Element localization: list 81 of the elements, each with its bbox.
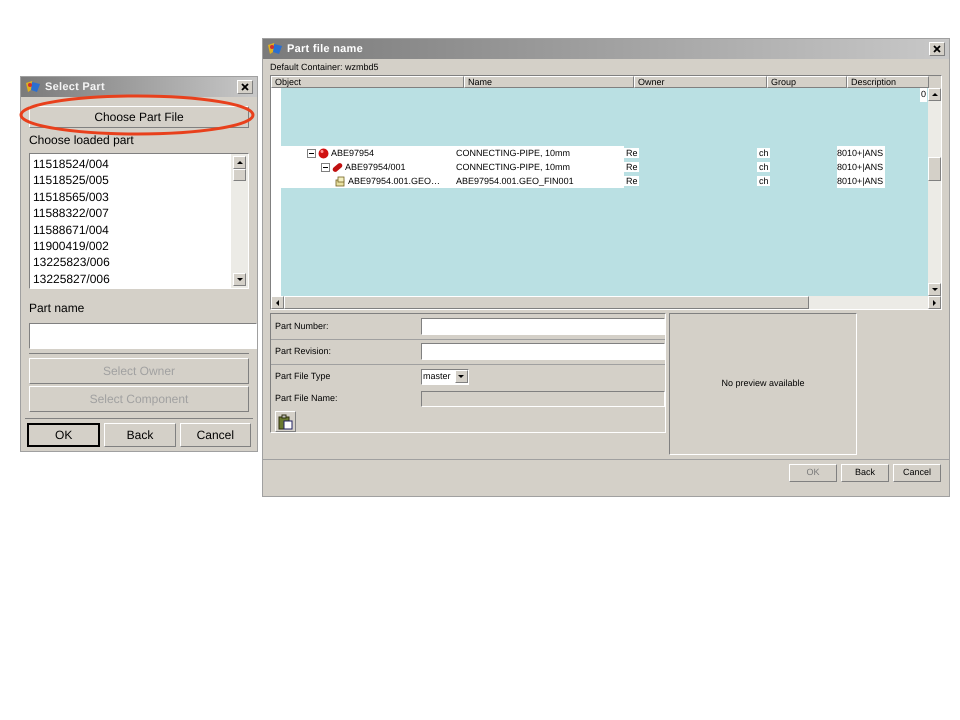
table-cell: 8010+|ANS (837, 174, 886, 188)
loaded-parts-label: Choose loaded part (28, 132, 135, 149)
vertical-scrollbar[interactable] (928, 88, 941, 296)
text-field[interactable] (421, 318, 665, 335)
field-label: Part File Name: (274, 392, 339, 405)
table-cell: ch (757, 148, 770, 158)
scroll-thumb[interactable] (928, 157, 941, 181)
file-name-field[interactable] (421, 390, 665, 407)
close-button[interactable] (237, 80, 253, 94)
table-cell: CONNECTING-PIPE, 10mm (454, 160, 624, 174)
scroll-left-button[interactable] (271, 296, 284, 309)
text-field[interactable] (421, 343, 665, 360)
table-cell: Re (624, 148, 639, 158)
column-header[interactable]: Object (271, 76, 464, 88)
column-header[interactable]: Description (847, 76, 929, 88)
app-logo-icon (267, 42, 283, 56)
table-cell: Re (624, 176, 639, 186)
ball-icon (318, 148, 329, 158)
close-icon (933, 45, 941, 53)
scroll-thumb[interactable] (233, 169, 246, 181)
preview-message: No preview available (721, 377, 805, 390)
app-logo-icon (25, 80, 41, 94)
triangle-icon (930, 90, 938, 98)
scroll-up-button[interactable] (233, 156, 246, 169)
window-title: Part file name (287, 42, 363, 57)
loaded-part-item[interactable]: 11518525/005 (33, 172, 231, 189)
paste-button[interactable] (275, 411, 296, 432)
table-cell: ch (757, 176, 770, 186)
loaded-part-item[interactable]: 11588671/004 (33, 222, 231, 238)
loaded-part-item[interactable]: 11518524/004 (33, 156, 231, 172)
loaded-part-item[interactable]: 11588322/007 (33, 205, 231, 222)
dialog-button[interactable]: Cancel (180, 423, 251, 447)
field-label: Part Revision: (274, 345, 332, 358)
scrollbar[interactable] (231, 154, 248, 288)
table-cell: ABE97954.001.GEO_FIN001 (454, 174, 624, 188)
loaded-part-item[interactable]: 11900419/002 (33, 238, 231, 254)
dialog-button[interactable]: Back (841, 464, 889, 482)
horizontal-scrollbar[interactable] (271, 296, 941, 309)
corner-text: 0 (920, 88, 927, 102)
triangle-icon (457, 372, 466, 381)
document-stack-icon (335, 176, 346, 186)
loaded-part-item[interactable]: 13225827/006 (33, 270, 231, 288)
table-cell: 8010+|ANS (837, 160, 886, 174)
tree-toggle[interactable] (321, 162, 330, 172)
table-cell: CONNECTING-PIPE, 10mm (454, 146, 624, 160)
tree-toggle[interactable] (307, 148, 316, 158)
object-label: ABE97954.001.GEO… (348, 175, 440, 188)
field-label: Part Number: (274, 320, 330, 333)
scroll-thumb[interactable] (284, 296, 809, 309)
window-title: Select Part (45, 80, 105, 95)
triangle-icon (274, 298, 282, 306)
object-label: ABE97954/001 (345, 161, 406, 174)
capsule-icon (332, 162, 343, 172)
dialog-button[interactable]: Cancel (893, 464, 941, 482)
loaded-part-item[interactable]: 13225823/006 (33, 254, 231, 271)
table-cell: ch (757, 162, 770, 172)
dropdown-arrow-button[interactable] (454, 370, 468, 384)
clipboard-icon (278, 414, 294, 430)
close-button[interactable] (929, 42, 945, 56)
object-label: ABE97954 (331, 147, 374, 160)
choose-part-file-button[interactable]: Choose Part File (29, 106, 249, 128)
scroll-down-button[interactable] (928, 283, 941, 296)
loaded-part-item[interactable]: 11518565/003 (33, 188, 231, 206)
table-cell: 8010+|ANS (837, 146, 886, 160)
scroll-down-button[interactable] (233, 273, 246, 286)
field-label: Part File Type (274, 370, 332, 384)
default-container-label: Default Container: wzmbd5 (269, 61, 380, 74)
column-header[interactable]: Owner (634, 76, 767, 88)
scroll-right-button[interactable] (928, 296, 941, 309)
part-name-field[interactable] (29, 323, 257, 349)
table-cell: Re (624, 162, 639, 172)
column-header[interactable]: Name (464, 76, 634, 88)
part-name-label: Part name (28, 300, 86, 317)
scroll-up-button[interactable] (928, 88, 941, 101)
triangle-icon (236, 276, 244, 284)
column-header[interactable]: Group (767, 76, 847, 88)
close-icon (241, 83, 249, 91)
dialog-button[interactable]: OK (27, 423, 100, 447)
file-type-dropdown[interactable]: master (421, 368, 469, 385)
dialog-button[interactable]: Back (104, 423, 176, 447)
triangle-icon (236, 158, 244, 166)
